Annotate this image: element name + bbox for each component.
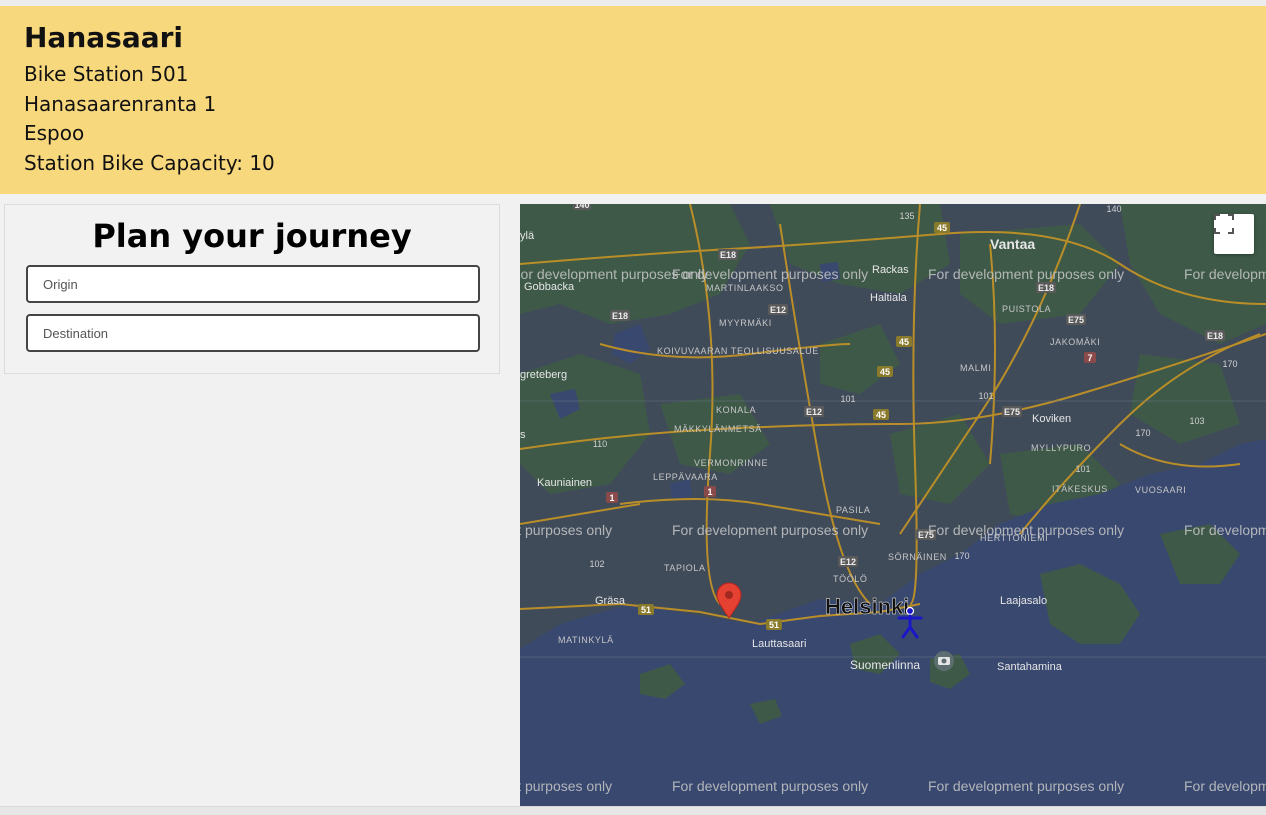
- place-lauttasaari: Lauttasaari: [752, 638, 806, 650]
- origin-input[interactable]: [26, 265, 480, 303]
- place-s: s: [520, 429, 526, 441]
- station-city: Espoo: [24, 121, 85, 145]
- road-45: 45: [937, 223, 947, 233]
- place-gobbacka: Gobbacka: [524, 281, 575, 293]
- road-45: 45: [876, 410, 886, 420]
- place-malmi: MALMI: [960, 363, 992, 373]
- watermark: For development purposes only: [1184, 778, 1266, 794]
- station-capacity: Station Bike Capacity: 10: [24, 150, 275, 175]
- road-e18: E18: [1207, 331, 1223, 341]
- place-suomenlinna: Suomenlinna: [850, 658, 920, 672]
- road-1: 1: [609, 493, 614, 503]
- place-greteberg: greteberg: [520, 369, 567, 381]
- place-helsinki: Helsinki: [825, 594, 909, 619]
- place-puistola: PUISTOLA: [1002, 304, 1051, 314]
- place-grasa: Gräsa: [595, 595, 626, 607]
- place-vantaa: Vantaa: [990, 236, 1035, 252]
- road-135: 135: [899, 211, 914, 221]
- place-martinlaakso: MARTINLAAKSO: [706, 283, 784, 293]
- watermark: For development purposes only: [672, 266, 868, 282]
- journey-planner-panel: Plan your journey: [4, 204, 500, 374]
- road-7: 7: [1087, 353, 1092, 363]
- place-jakomaki: JAKOMÄKI: [1050, 337, 1100, 347]
- place-makkylanmetsa: MÄKKYLÄNMETSÄ: [674, 424, 762, 434]
- road-110: 110: [593, 439, 607, 449]
- place-toolo: TÖÖLÖ: [833, 574, 868, 584]
- place-konala: KONALA: [716, 405, 756, 415]
- road-e75: E75: [1004, 407, 1020, 417]
- road-170: 170: [954, 551, 969, 561]
- road-e18: E18: [612, 311, 628, 321]
- map[interactable]: 140 E18 E18 E12 E12 E12 E18 E18 E75 E75 …: [520, 204, 1266, 806]
- road-e18: E18: [720, 250, 736, 260]
- watermark: For development purposes only: [672, 778, 868, 794]
- station-info-header: Hanasaari Bike Station 501 Hanasaarenran…: [0, 6, 1266, 194]
- place-kauniainen: Kauniainen: [537, 477, 592, 489]
- place-koviken: Koviken: [1032, 413, 1071, 425]
- station-address: Hanasaarenranta 1: [24, 91, 217, 116]
- place-tapiola: TAPIOLA: [664, 563, 706, 573]
- watermark: For development purposes only: [520, 778, 612, 794]
- place-itakeskus: ITÄKESKUS: [1052, 484, 1108, 494]
- place-pasila: PASILA: [836, 505, 870, 515]
- road-51: 51: [769, 620, 779, 630]
- road-120: 140: [574, 204, 589, 210]
- destination-input[interactable]: [26, 314, 480, 352]
- place-haltiala: Haltiala: [870, 292, 908, 304]
- camera-icon[interactable]: [934, 651, 954, 671]
- watermark: For development purposes only: [1184, 266, 1266, 282]
- watermark: For development purposes only: [928, 266, 1124, 282]
- road-51: 51: [641, 605, 651, 615]
- place-matinkyla: MATINKYLÄ: [558, 635, 614, 645]
- fullscreen-button[interactable]: [1214, 214, 1254, 254]
- road-101: 101: [978, 391, 993, 401]
- road-101: 101: [840, 394, 855, 404]
- road-103: 103: [1189, 416, 1204, 426]
- road-45: 45: [899, 337, 909, 347]
- watermark: For development purposes only: [672, 522, 868, 538]
- place-laajasalo: Laajasalo: [1000, 595, 1047, 607]
- road-e18: E18: [1038, 283, 1054, 293]
- watermark: For development purposes only: [520, 522, 612, 538]
- station-name: Hanasaari: [24, 21, 184, 54]
- road-1: 1: [707, 487, 712, 497]
- fullscreen-icon: [1214, 214, 1234, 234]
- place-leppavaara: LEPPÄVAARA: [653, 472, 718, 482]
- watermark: For development purposes only: [928, 522, 1124, 538]
- watermark: For development purposes only: [928, 778, 1124, 794]
- place-koivuvaaran: KOIVUVAARAN TEOLLISUUSALUE: [657, 346, 819, 356]
- place-rackas: Rackas: [872, 264, 909, 276]
- place-yla: ylä: [520, 230, 535, 242]
- road-170: 170: [1135, 428, 1150, 438]
- watermark: For development purposes only: [1184, 522, 1266, 538]
- place-vermonrinne: VERMONRINNE: [694, 458, 768, 468]
- road-e12: E12: [840, 557, 856, 567]
- planner-title: Plan your journey: [92, 217, 412, 255]
- road-e75: E75: [1068, 315, 1084, 325]
- place-myllypuro: MYLLYPURO: [1031, 443, 1091, 453]
- road-e12: E12: [770, 305, 786, 315]
- road-45: 45: [880, 367, 890, 377]
- road-101: 101: [1075, 464, 1090, 474]
- place-vuosaari: VUOSAARI: [1135, 485, 1186, 495]
- station-number: Bike Station 501: [24, 62, 189, 86]
- road-140: 140: [1106, 204, 1121, 214]
- road-102: 102: [589, 559, 604, 569]
- road-e12: E12: [806, 407, 822, 417]
- place-sornainen: SÖRNÄINEN: [888, 552, 947, 562]
- place-santahamina: Santahamina: [997, 661, 1063, 673]
- place-myyrmaki: MYYRMÄKI: [719, 318, 772, 328]
- map-canvas[interactable]: 140 E18 E18 E12 E12 E12 E18 E18 E75 E75 …: [520, 204, 1266, 806]
- road-170: 170: [1222, 359, 1237, 369]
